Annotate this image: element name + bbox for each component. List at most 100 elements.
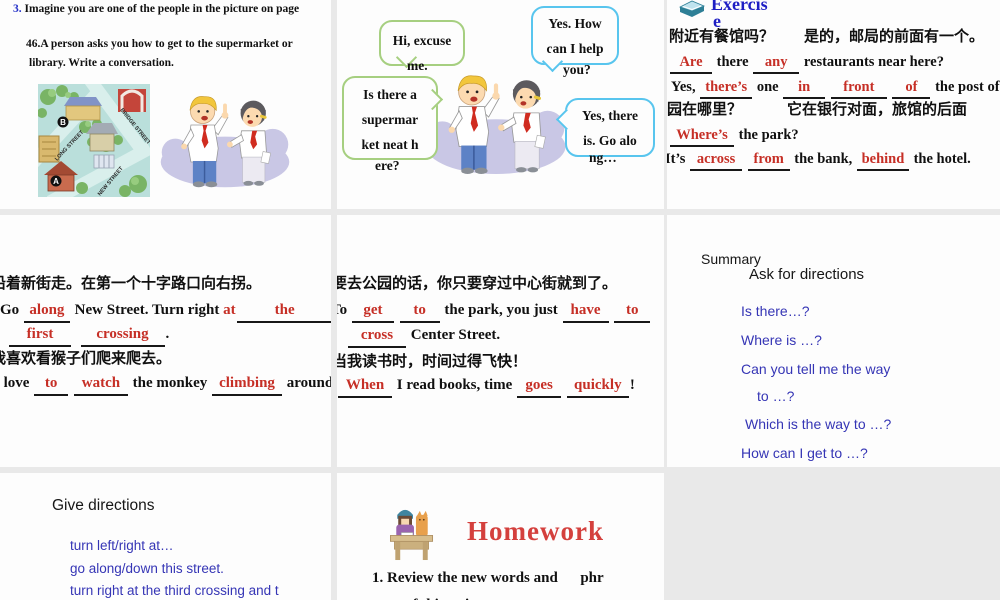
text-segment: To xyxy=(337,302,348,318)
bubble-overflow-text: me. xyxy=(407,58,428,73)
text-segment: It’s xyxy=(667,151,690,167)
text-segment: the xyxy=(236,301,331,323)
give-directions-item: turn left/right at… xyxy=(70,538,174,553)
fill-left-line-5: I love to watch the monkey climbing arou… xyxy=(0,374,331,396)
text-segment: . xyxy=(165,326,170,342)
summary-item: Can you tell me the way xyxy=(741,361,891,377)
text-segment xyxy=(826,79,830,95)
text-segment: to xyxy=(614,301,651,323)
fill-mid-zh-2: 当我读书时，时间过得飞快！ xyxy=(337,354,528,370)
text-segment xyxy=(72,326,80,342)
text-segment: the monkey xyxy=(128,375,212,391)
fill-left-line-2: Go along New Street. Turn right at the xyxy=(0,301,331,323)
speech-bubble-2: Is there a supermar ket neat h xyxy=(342,76,438,160)
text-segment: watch xyxy=(73,374,128,396)
text-segment: have xyxy=(562,301,609,323)
text-segment: across xyxy=(690,150,743,172)
text-segment: Are xyxy=(670,53,712,75)
text-segment: ! xyxy=(629,377,635,393)
fill-mid-line-5: When I read books, time goes quickly! xyxy=(337,376,635,398)
text-segment: there’s xyxy=(700,78,753,100)
text-segment: Where’s xyxy=(670,126,734,148)
slide-thumbnail-fill-left[interactable]: 沿着新街走。在第一个十字路口向右拐。 Go along New Street. … xyxy=(0,215,331,467)
map-marker-b: B xyxy=(60,118,66,127)
summary-item: to …? xyxy=(757,388,795,404)
text-segment: in xyxy=(783,78,826,100)
text-segment: get xyxy=(351,301,394,323)
task-line-2: 46.A person asks you how to get to the s… xyxy=(26,38,293,50)
text-segment: quickly xyxy=(566,376,629,398)
bubble-line: Yes, there xyxy=(582,108,638,123)
text-segment: there xyxy=(713,54,753,70)
exercise-fill-line-3: Where’s the park? xyxy=(669,126,799,148)
speech-bubble-3: Yes. How can I help xyxy=(531,6,619,65)
text-segment: restaurants near here? xyxy=(800,54,944,70)
speech-bubble-4: Yes, there is. Go alo xyxy=(565,98,655,157)
map-marker-a: A xyxy=(53,177,59,186)
give-directions-heading: Give directions xyxy=(52,497,155,514)
summary-subheading: Ask for directions xyxy=(749,266,865,283)
slide-thumbnail-summary[interactable]: Summary Ask for directions Is there…? Wh… xyxy=(667,215,1000,467)
book-icon xyxy=(678,0,706,17)
text-segment: Yes, xyxy=(671,79,700,95)
summary-item: Which is the way to …? xyxy=(745,416,892,432)
slide-thumbnail-give-directions[interactable]: Give directions turn left/right at… go a… xyxy=(0,473,331,600)
exercise-fill-line-4: It’s across from the bank, behind the ho… xyxy=(667,150,971,172)
bubble-line: ket neat h xyxy=(361,137,419,152)
exercise-zh-line-2: 园在哪里？ 它在银行对面，旅馆的后面 xyxy=(667,102,968,118)
text-segment: to xyxy=(399,301,440,323)
text-segment: behind xyxy=(856,150,909,172)
text-segment: to xyxy=(34,374,69,396)
text-segment: Center Street. xyxy=(407,327,501,343)
slide-thumbnail-homework[interactable]: Homework 1. Review the new words and phr… xyxy=(337,473,664,600)
text-segment: at xyxy=(223,302,236,318)
text-segment: of xyxy=(892,78,931,100)
exercise-fill-line-2: Yes, there’s one in front of the post of xyxy=(671,78,1000,100)
summary-item: Is there…? xyxy=(741,303,810,319)
text-segment: climbing xyxy=(212,374,283,396)
summary-item: Where is …? xyxy=(741,332,822,348)
text-segment: Go xyxy=(0,302,23,318)
slide-thumbnail-dialog[interactable]: Hi, excuse me. Is there a supermar ket n… xyxy=(337,0,664,209)
task-line-1: 3. Imagine you are one of the people in … xyxy=(13,2,299,16)
text-segment: the park, you just xyxy=(440,302,562,318)
homework-title: Homework xyxy=(467,516,604,546)
text-segment xyxy=(395,302,399,318)
bubble-overflow-text: ere? xyxy=(375,158,400,173)
exercise-zh-line-1: 附近有餐馆吗？ 是的，邮局的前面有一个。 xyxy=(669,29,985,45)
give-directions-item: go along/down this street. xyxy=(70,561,224,576)
text-segment: the post of xyxy=(931,79,1000,95)
bubble-overflow-text: ng… xyxy=(589,150,617,165)
text-segment: the park? xyxy=(735,127,799,143)
text-segment: first xyxy=(9,325,71,347)
summary-item: How can I get to …? xyxy=(741,445,868,461)
homework-line-2-clipped: of this unit xyxy=(405,596,474,600)
bubble-overflow-text: you? xyxy=(563,62,591,77)
give-directions-item: turn right at the third crossing and t xyxy=(70,583,279,598)
talking-kids-image xyxy=(160,96,290,188)
text-segment: cross xyxy=(348,326,406,348)
text-segment: I love xyxy=(3,375,30,391)
text-segment: Imagine you are one of the people in the… xyxy=(24,3,300,15)
text-segment xyxy=(610,302,614,318)
text-segment: crossing xyxy=(80,325,165,347)
text-segment: around xyxy=(283,375,331,391)
slide-thumbnail-exercise[interactable]: Exercis e 附近有餐馆吗？ 是的，邮局的前面有一个。 Are there… xyxy=(667,0,1000,209)
street-map-image: LONG STREET BRIDGE STREET NEW STREET B A xyxy=(38,84,150,197)
text-segment xyxy=(69,375,73,391)
text-segment: When xyxy=(338,376,392,398)
text-segment: the bank, xyxy=(790,151,856,167)
fill-mid-zh-1: 要去公园的话，你只要穿过中心街就到了。 xyxy=(337,276,618,292)
fill-left-zh-1: 沿着新街走。在第一个十字路口向右拐。 xyxy=(0,276,262,292)
text-segment xyxy=(743,151,747,167)
fill-left-line-3: first crossing. xyxy=(8,325,169,347)
text-segment: the hotel. xyxy=(909,151,971,167)
slide-thumbnail-task[interactable]: 3. Imagine you are one of the people in … xyxy=(0,0,331,209)
text-segment: New Street. Turn right xyxy=(70,302,224,318)
text-segment: front xyxy=(830,78,887,100)
text-segment: any xyxy=(753,53,800,75)
slide-thumbnail-fill-mid[interactable]: 要去公园的话，你只要穿过中心街就到了。 To get to the park, … xyxy=(337,215,664,467)
studying-girl-image xyxy=(390,509,434,561)
homework-line-1: 1. Review the new words and phr xyxy=(372,570,604,586)
fill-mid-line-3: cross Center Street. xyxy=(347,326,500,348)
